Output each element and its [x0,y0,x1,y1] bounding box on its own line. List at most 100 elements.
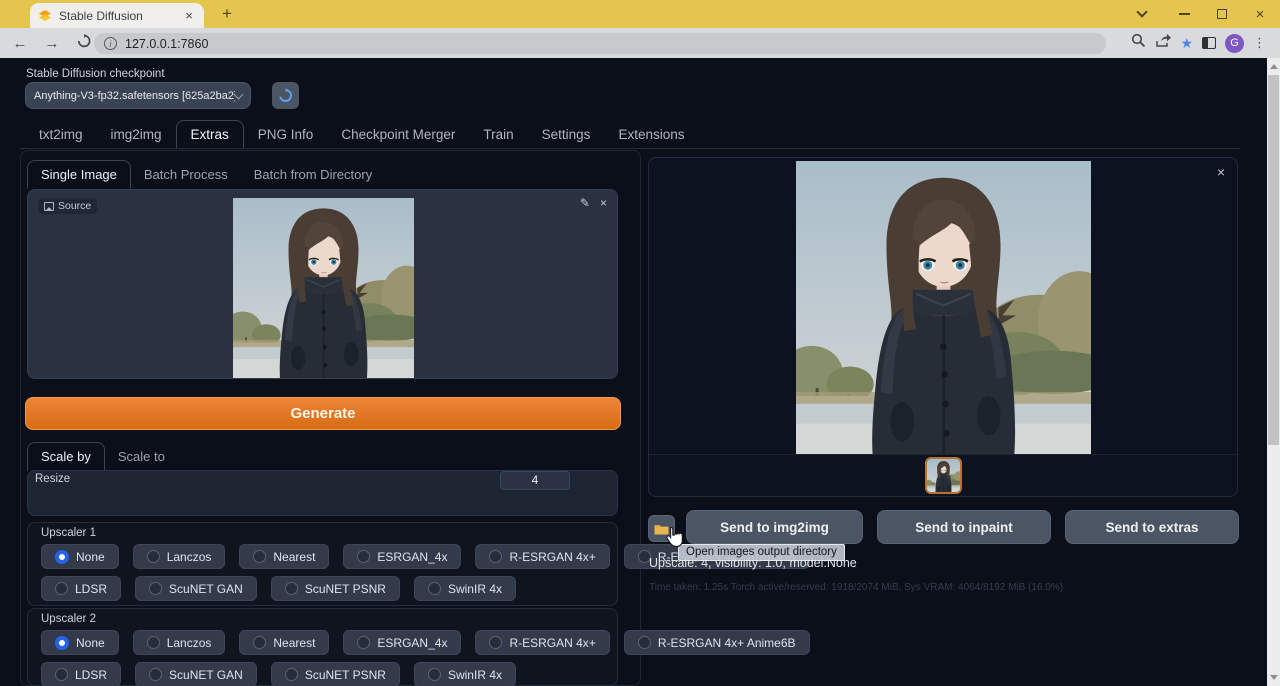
generate-button[interactable]: Generate [25,397,621,430]
source-image-dropzone[interactable]: Source ✎ × [27,189,618,379]
toolbar-right: ★ G ⋮ [1131,28,1266,58]
radio-icon[interactable] [253,550,266,563]
upscaler2-option-r-esrgan-4x[interactable]: R-ESRGAN 4x+ [475,630,609,655]
tab-txt2img[interactable]: txt2img [25,121,97,148]
radio-icon[interactable] [285,582,298,595]
tab-png-info[interactable]: PNG Info [244,121,328,148]
source-tab-batch-from-directory[interactable]: Batch from Directory [241,161,385,188]
radio-icon[interactable] [147,550,160,563]
tab-close-icon[interactable]: × [182,8,196,23]
gradio-favicon-icon [38,9,52,22]
upscaler2-option-ldsr[interactable]: LDSR [41,662,121,686]
window-close-button[interactable]: × [1248,0,1272,28]
scrollbar-down-arrow-icon[interactable] [1270,675,1278,680]
radio-icon[interactable] [253,636,266,649]
window-maximize-button[interactable] [1210,0,1234,28]
edit-pencil-icon[interactable]: ✎ [580,196,590,210]
forward-icon[interactable]: → [40,35,64,52]
resize-label: Resize [35,473,70,485]
tab-img2img[interactable]: img2img [97,121,176,148]
upscaler1-option-esrgan-4x[interactable]: ESRGAN_4x [343,544,461,569]
radio-icon[interactable] [55,582,68,595]
send-to-inpaint-button[interactable]: Send to inpaint [877,510,1051,544]
tab-train[interactable]: Train [469,121,527,148]
checkpoint-dropdown[interactable]: Anything-V3-fp32.safetensors [625a2ba2] [25,82,251,109]
radio-icon[interactable] [357,636,370,649]
tab-search-chevron-icon[interactable] [1130,0,1154,28]
scrollbar-thumb[interactable] [1268,75,1279,445]
upscaler1-option-none[interactable]: None [41,544,119,569]
chevron-down-icon [234,89,244,99]
site-info-icon[interactable]: i [104,37,117,50]
radio-icon[interactable] [147,636,160,649]
tab-settings[interactable]: Settings [528,121,605,148]
radio-icon[interactable] [55,636,69,650]
upscaler1-option-ldsr[interactable]: LDSR [41,576,121,601]
radio-icon[interactable] [428,668,441,681]
radio-icon[interactable] [149,668,162,681]
radio-icon[interactable] [149,582,162,595]
result-image[interactable] [796,161,1091,454]
share-icon[interactable] [1155,34,1171,53]
back-icon[interactable]: ← [8,35,32,52]
upscaler1-option-scunet-psnr[interactable]: ScuNET PSNR [271,576,400,601]
upscaler2-option-swinir-4x[interactable]: SwinIR 4x [414,662,516,686]
refresh-checkpoints-button[interactable] [272,82,299,109]
browser-menu-icon[interactable]: ⋮ [1253,35,1266,51]
clear-image-icon[interactable]: × [600,196,607,210]
scale-tab-scale-by[interactable]: Scale by [27,442,105,471]
upscaler2-option-scunet-gan[interactable]: ScuNET GAN [135,662,257,686]
upscaler1-option-swinir-4x[interactable]: SwinIR 4x [414,576,516,601]
radio-icon[interactable] [285,668,298,681]
upscaler2-option-nearest[interactable]: Nearest [239,630,329,655]
gallery-thumbnail-strip [649,454,1237,496]
upscaler2-option-scunet-psnr[interactable]: ScuNET PSNR [271,662,400,686]
window-minimize-button[interactable] [1172,0,1196,28]
radio-label: ScuNET GAN [169,582,243,596]
upscaler1-option-r-esrgan-4x[interactable]: R-ESRGAN 4x+ [475,544,609,569]
radio-icon[interactable] [357,550,370,563]
upscaler1-option-nearest[interactable]: Nearest [239,544,329,569]
zoom-icon[interactable] [1131,33,1146,53]
radio-label: R-ESRGAN 4x+ Anime6B [658,636,796,650]
folder-button-tooltip: Open images output directory [678,544,845,561]
upscaler2-option-esrgan-4x[interactable]: ESRGAN_4x [343,630,461,655]
tab-extensions[interactable]: Extensions [604,121,698,148]
radio-icon[interactable] [489,636,502,649]
upscaler2-option-lanczos[interactable]: Lanczos [133,630,226,655]
radio-icon[interactable] [428,582,441,595]
radio-icon[interactable] [55,668,68,681]
radio-icon[interactable] [489,550,502,563]
scale-tabs: Scale byScale to [27,441,178,470]
page-scrollbar[interactable] [1267,58,1280,686]
address-bar[interactable]: i 127.0.0.1:7860 [94,33,1106,54]
reload-icon[interactable] [72,34,96,52]
browser-tab[interactable]: Stable Diffusion × [30,3,204,28]
gallery-close-icon[interactable]: × [1217,164,1225,180]
source-tab-batch-process[interactable]: Batch Process [131,161,241,188]
send-to-img2img-button[interactable]: Send to img2img [686,510,863,544]
scrollbar-up-arrow-icon[interactable] [1270,64,1278,69]
tab-checkpoint-merger[interactable]: Checkpoint Merger [327,121,469,148]
radio-icon[interactable] [55,550,69,564]
new-tab-button[interactable]: + [216,3,238,25]
send-to-extras-button[interactable]: Send to extras [1065,510,1239,544]
source-chip: Source [38,198,97,214]
radio-label: ScuNET GAN [169,668,243,682]
gallery-thumbnail-selected[interactable] [925,457,962,494]
mouse-cursor-hand [664,526,684,548]
upscaler1-option-scunet-gan[interactable]: ScuNET GAN [135,576,257,601]
upscaler2-option-none[interactable]: None [41,630,119,655]
upscaler2-option-r-esrgan-4x-anime6b[interactable]: R-ESRGAN 4x+ Anime6B [624,630,810,655]
bookmark-star-icon[interactable]: ★ [1180,35,1193,52]
upscaler1-label: Upscaler 1 [41,527,96,539]
image-icon [44,202,54,211]
profile-avatar[interactable]: G [1225,34,1244,53]
radio-icon[interactable] [638,636,651,649]
side-panel-icon[interactable] [1202,37,1216,49]
resize-value-input[interactable]: 4 [500,471,570,490]
tab-extras[interactable]: Extras [176,120,244,149]
upscaler1-option-lanczos[interactable]: Lanczos [133,544,226,569]
scale-tab-scale-to[interactable]: Scale to [105,443,178,470]
source-tab-single-image[interactable]: Single Image [27,160,131,189]
